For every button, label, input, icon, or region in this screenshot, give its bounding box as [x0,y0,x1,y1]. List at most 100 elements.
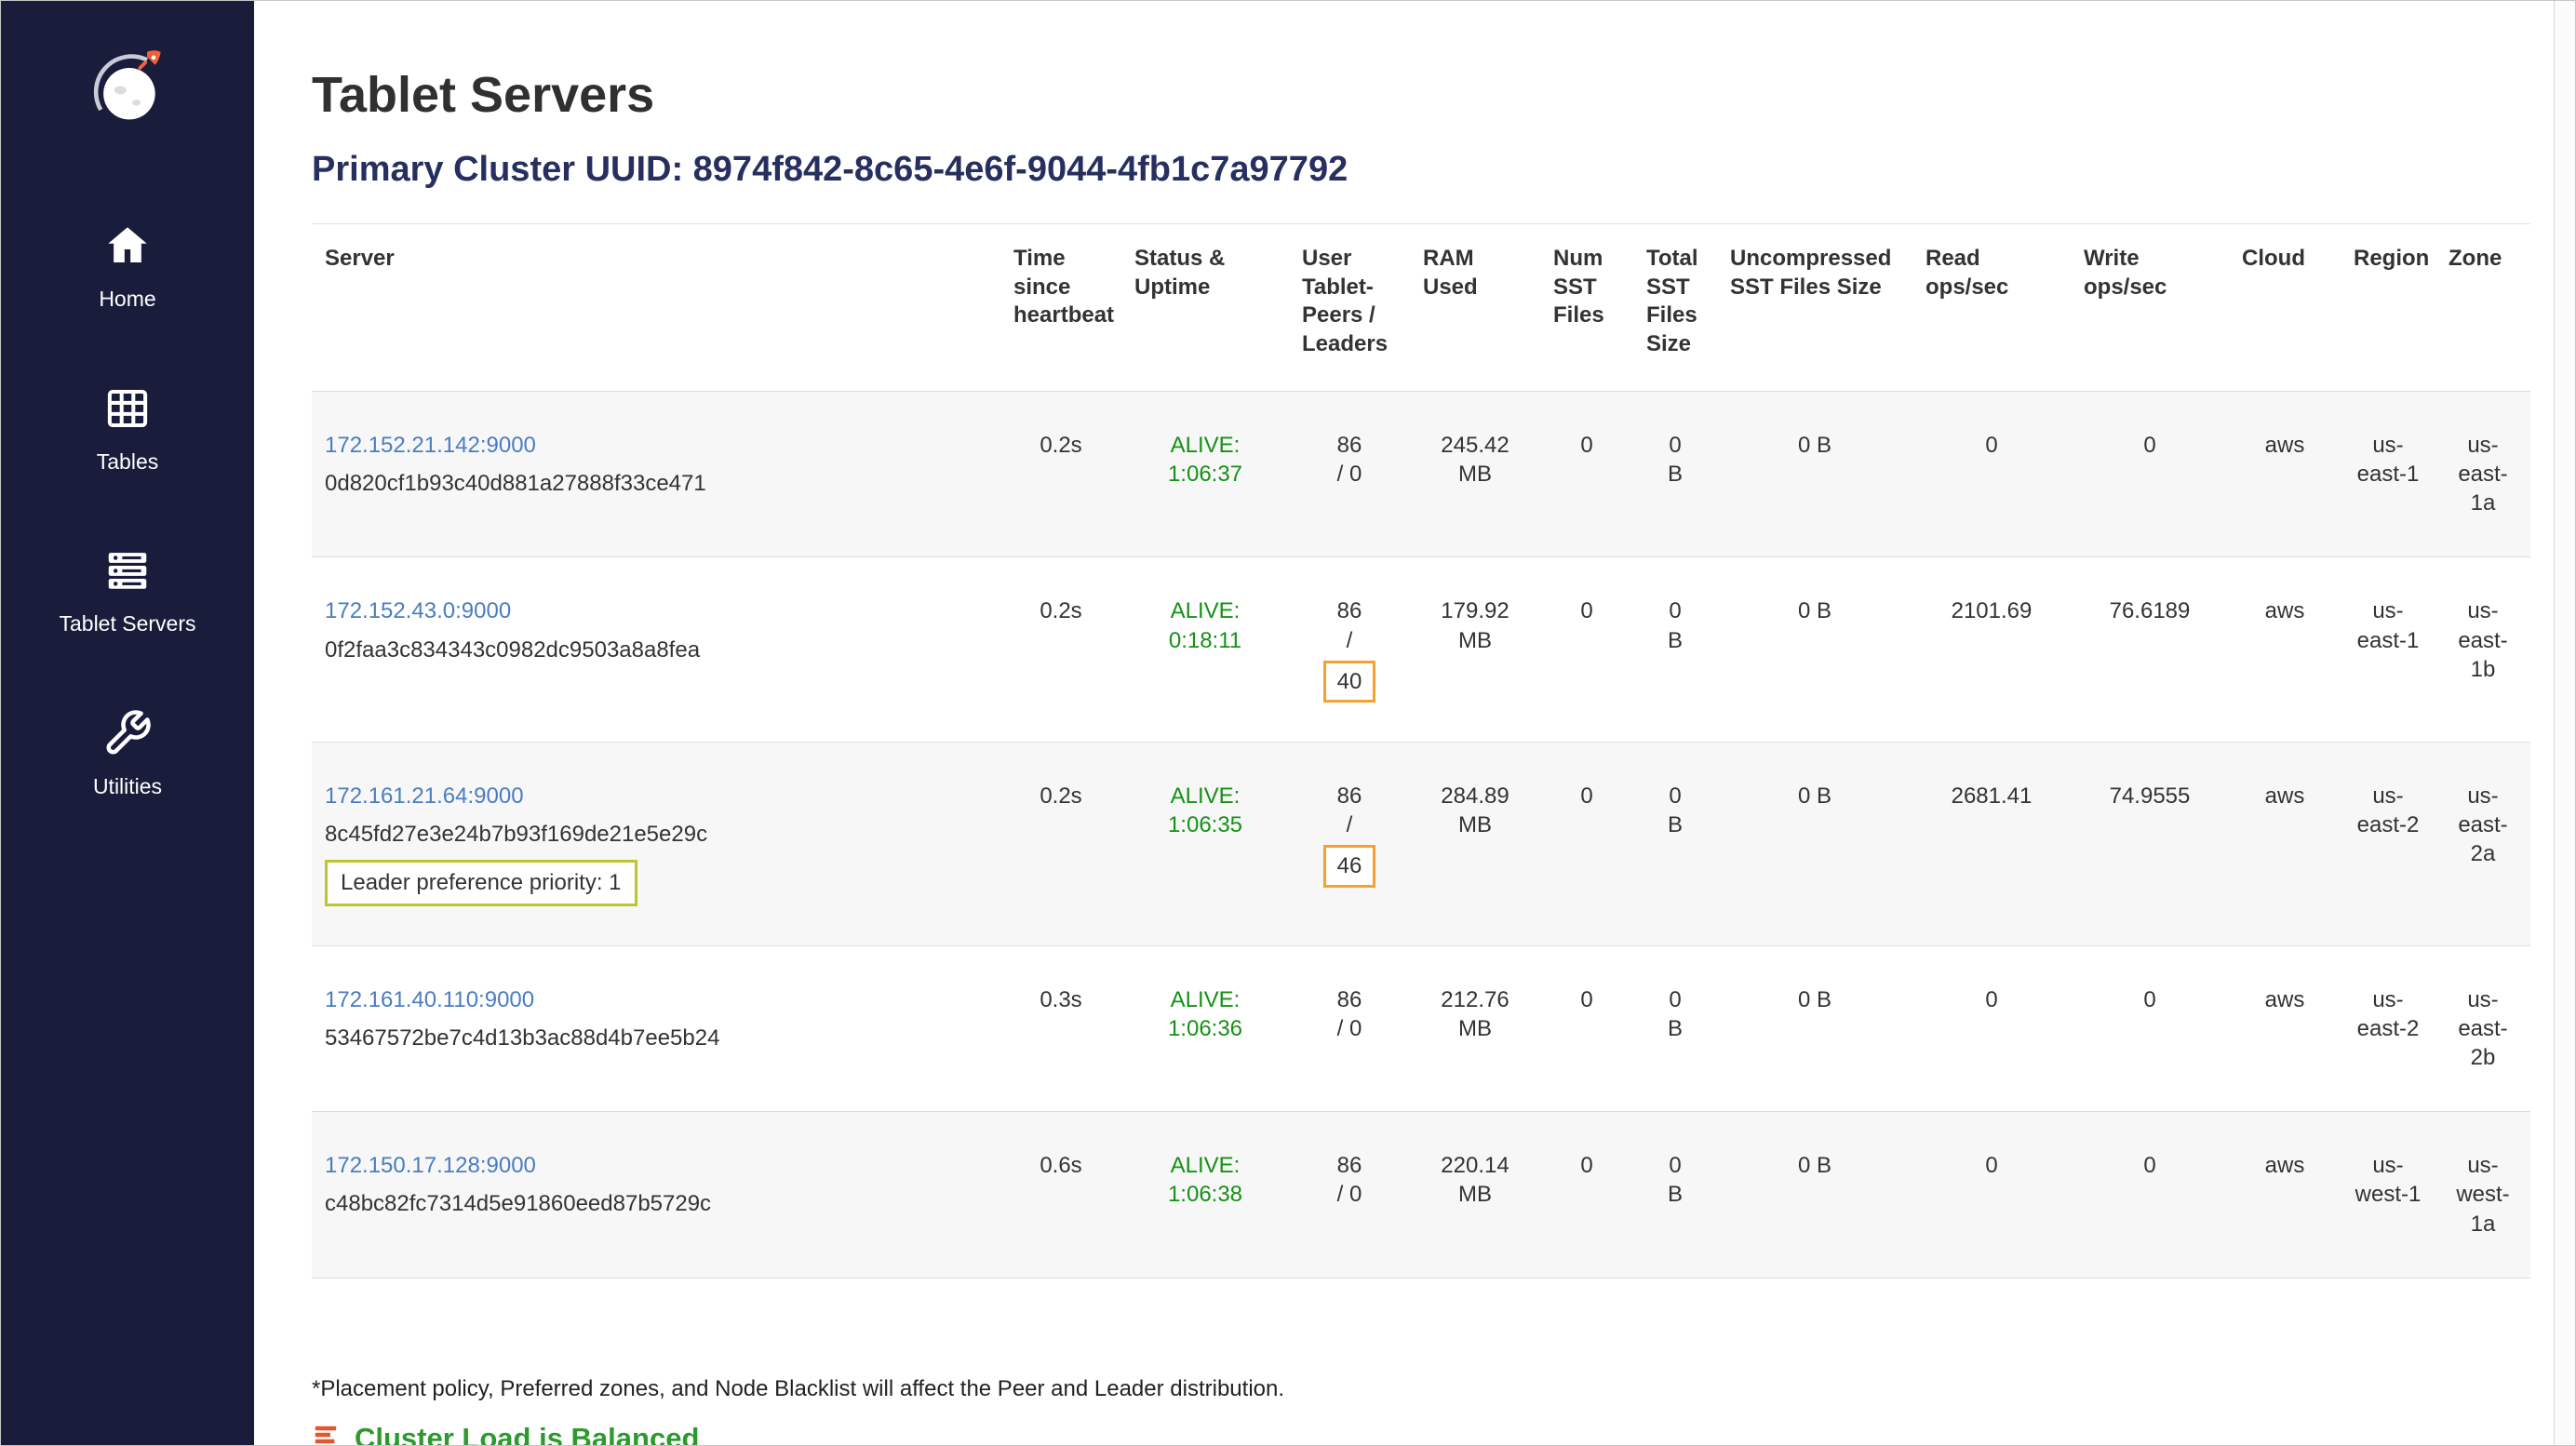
col-uncompressed-sst-size: Uncompressed SST Files Size [1717,224,1912,392]
total-sst-cell: 0 B [1633,557,1717,743]
sidebar-item-label: Tablet Servers [59,611,195,637]
col-num-sst-files: Num SST Files [1540,224,1633,392]
total-sst-value: 0 [1646,985,1704,1014]
server-cell: 172.150.17.128:9000 c48bc82fc7314d5e9186… [312,1112,1000,1279]
total-sst-value: 0 [1646,1151,1704,1180]
peers-count: 86 [1302,782,1397,810]
zone-cell: us-east-2b [2435,945,2530,1112]
status-uptime-text: 1:06:38 [1134,1180,1276,1209]
total-sst-cell: 0 B [1633,391,1717,557]
sidebar: Home Tables [1,1,254,1445]
heartbeat-cell: 0.3s [1000,945,1121,1112]
total-sst-cell: 0 B [1633,1112,1717,1279]
region-cell: us-east-2 [2341,743,2435,946]
peers-cell: 86 / 0 [1289,945,1410,1112]
server-cell: 172.152.43.0:9000 0f2faa3c834343c0982dc9… [312,557,1000,743]
num-sst-cell: 0 [1540,945,1633,1112]
cluster-load-text: Cluster Load is Balanced [355,1422,699,1445]
tablet-servers-icon [102,545,153,611]
total-sst-unit: B [1646,1180,1704,1209]
server-link[interactable]: 172.161.40.110:9000 [325,987,534,1012]
col-heartbeat: Time since heartbeat [1000,224,1121,392]
zone-cell: us-east-2a [2435,743,2530,946]
total-sst-value: 0 [1646,782,1704,810]
table-row: 172.152.43.0:9000 0f2faa3c834343c0982dc9… [312,557,2530,743]
peers-separator: / [1302,810,1397,839]
table-row: 172.152.21.142:9000 0d820cf1b93c40d881a2… [312,391,2530,557]
col-write-ops: Write ops/sec [2071,224,2229,392]
sidebar-item-utilities[interactable]: Utilities [93,708,162,800]
server-uuid-text: 53467572be7c4d13b3ac88d4b7ee5b24 [325,1024,987,1052]
server-link[interactable]: 172.150.17.128:9000 [325,1153,536,1178]
cloud-cell: aws [2229,557,2341,743]
peers-cell: 86 / 0 [1289,1112,1410,1279]
table-row: 172.161.21.64:9000 8c45fd27e3e24b7b93f16… [312,743,2530,946]
tablet-servers-table: Server Time since heartbeat Status & Upt… [312,223,2530,1279]
col-cloud: Cloud [2229,224,2341,392]
app-window: Home Tables [0,0,2576,1446]
region-cell: us-west-1 [2341,1112,2435,1279]
cluster-uuid-heading: Primary Cluster UUID: 8974f842-8c65-4e6f… [312,150,2554,190]
read-ops-cell: 2681.41 [1912,743,2071,946]
total-sst-value: 0 [1646,596,1704,625]
peers-separator: / [1302,626,1397,655]
status-alive-text: ALIVE: [1134,985,1276,1014]
col-server: Server [312,224,1000,392]
ram-cell: 284.89 MB [1410,743,1540,946]
heartbeat-cell: 0.2s [1000,557,1121,743]
col-read-ops: Read ops/sec [1912,224,2071,392]
yugabyte-logo-icon [85,46,170,131]
server-cell: 172.161.40.110:9000 53467572be7c4d13b3ac… [312,945,1000,1112]
sidebar-item-tablet-servers[interactable]: Tablet Servers [59,545,195,637]
region-cell: us-east-2 [2341,945,2435,1112]
zone-cell: us-west-1a [2435,1112,2530,1279]
server-link[interactable]: 172.152.21.142:9000 [325,433,536,458]
num-sst-cell: 0 [1540,1112,1633,1279]
uncompressed-sst-cell: 0 B [1717,945,1912,1112]
placement-policy-note: *Placement policy, Preferred zones, and … [312,1376,1284,1402]
read-ops-cell: 0 [1912,945,2071,1112]
num-sst-cell: 0 [1540,391,1633,557]
heartbeat-cell: 0.2s [1000,743,1121,946]
leaders-count: / 0 [1302,1180,1397,1209]
status-alive-text: ALIVE: [1134,1151,1276,1180]
write-ops-cell: 0 [2071,945,2229,1112]
peers-cell: 86 / 0 [1289,391,1410,557]
uncompressed-sst-cell: 0 B [1717,743,1912,946]
status-cell: ALIVE: 0:18:11 [1121,557,1289,743]
zone-cell: us-east-1a [2435,391,2530,557]
cloud-cell: aws [2229,1112,2341,1279]
col-region: Region [2341,224,2435,392]
leaders-highlight-box: 40 [1323,661,1376,703]
status-cell: ALIVE: 1:06:38 [1121,1112,1289,1279]
server-link[interactable]: 172.152.43.0:9000 [325,598,511,623]
status-uptime-text: 1:06:36 [1134,1014,1276,1043]
status-alive-text: ALIVE: [1134,596,1276,625]
status-cell: ALIVE: 1:06:37 [1121,391,1289,557]
heartbeat-cell: 0.6s [1000,1112,1121,1279]
peers-cell: 86 / 46 [1289,743,1410,946]
main-content: Tablet Servers Primary Cluster UUID: 897… [254,1,2554,1445]
status-uptime-text: 0:18:11 [1134,626,1276,655]
cluster-load-status: Cluster Load is Balanced [312,1421,699,1445]
col-total-sst-size: Total SST Files Size [1633,224,1717,392]
ram-cell: 220.14 MB [1410,1112,1540,1279]
peers-count: 86 [1302,431,1397,460]
ram-cell: 245.42 MB [1410,391,1540,557]
status-alive-text: ALIVE: [1134,782,1276,810]
sidebar-item-label: Utilities [93,774,162,800]
peers-count: 86 [1302,985,1397,1014]
scrollbar-track[interactable] [2554,1,2575,1445]
server-link[interactable]: 172.161.21.64:9000 [325,783,524,809]
sidebar-item-tables[interactable]: Tables [97,383,158,475]
zone-cell: us-east-1b [2435,557,2530,743]
num-sst-cell: 0 [1540,557,1633,743]
write-ops-cell: 74.9555 [2071,743,2229,946]
read-ops-cell: 2101.69 [1912,557,2071,743]
total-sst-unit: B [1646,1014,1704,1043]
col-status-uptime: Status & Uptime [1121,224,1289,392]
sidebar-item-home[interactable]: Home [99,221,155,313]
uncompressed-sst-cell: 0 B [1717,391,1912,557]
sidebar-item-label: Tables [97,449,158,475]
status-uptime-text: 1:06:35 [1134,810,1276,839]
